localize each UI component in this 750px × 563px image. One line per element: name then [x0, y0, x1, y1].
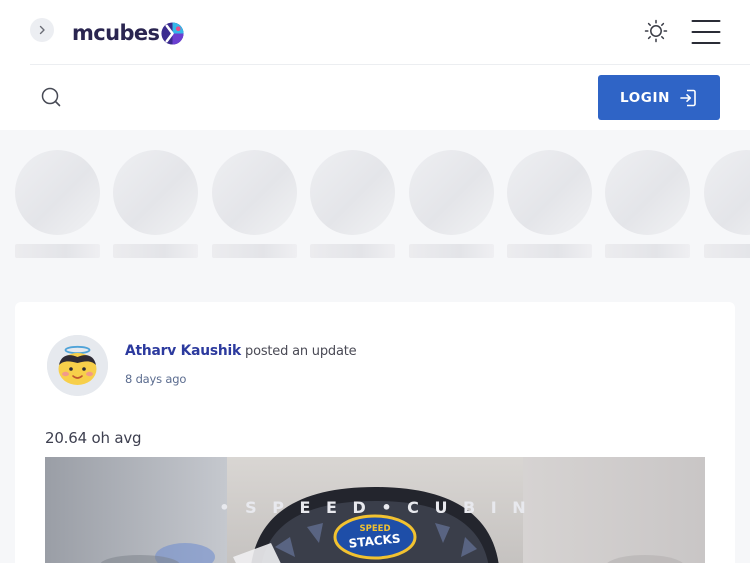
angel-face-avatar-icon [47, 335, 108, 396]
story-placeholder [113, 150, 198, 258]
logo-mark-icon [161, 21, 185, 45]
hamburger-menu-icon [691, 20, 721, 44]
story-placeholder [605, 150, 690, 258]
login-button[interactable]: LOGIN [598, 75, 720, 120]
story-placeholder [704, 150, 750, 258]
post-image[interactable]: • S P E E D • C U B I N SPEED STACKS [45, 457, 705, 563]
post-timestamp[interactable]: 8 days ago [125, 372, 186, 386]
story-placeholder [409, 150, 494, 258]
story-placeholder [507, 150, 592, 258]
top-header: mcubes LOGIN [0, 0, 750, 130]
site-logo[interactable]: mcubes [72, 19, 185, 47]
post-text: 20.64 oh avg [45, 429, 142, 447]
story-placeholder [310, 150, 395, 258]
sun-icon [644, 19, 668, 43]
login-label: LOGIN [620, 89, 670, 106]
stories-skeleton [0, 130, 750, 280]
activity-post-card: Atharv Kaushik posted an update 8 days a… [15, 302, 735, 563]
search-icon [41, 87, 61, 107]
story-placeholder [15, 150, 100, 258]
speed-stacks-photo: • S P E E D • C U B I N SPEED STACKS [45, 457, 705, 563]
search-button[interactable] [39, 86, 63, 110]
theme-toggle-button[interactable] [643, 18, 669, 44]
chevron-right-icon [39, 25, 45, 35]
logo-text: mcubes [72, 21, 160, 45]
post-action-text: posted an update [245, 344, 357, 359]
story-placeholder [212, 150, 297, 258]
avatar[interactable] [47, 335, 108, 396]
main-menu-button[interactable] [691, 19, 721, 45]
sidebar-expand-button[interactable] [30, 18, 54, 42]
svg-text:• S P E E D • C U B I N: • S P E E D • C U B I N [219, 498, 530, 517]
author-link[interactable]: Atharv Kaushik [125, 343, 241, 359]
header-divider [30, 64, 750, 65]
post-header: Atharv Kaushik posted an update [125, 343, 357, 359]
login-icon [680, 89, 696, 106]
